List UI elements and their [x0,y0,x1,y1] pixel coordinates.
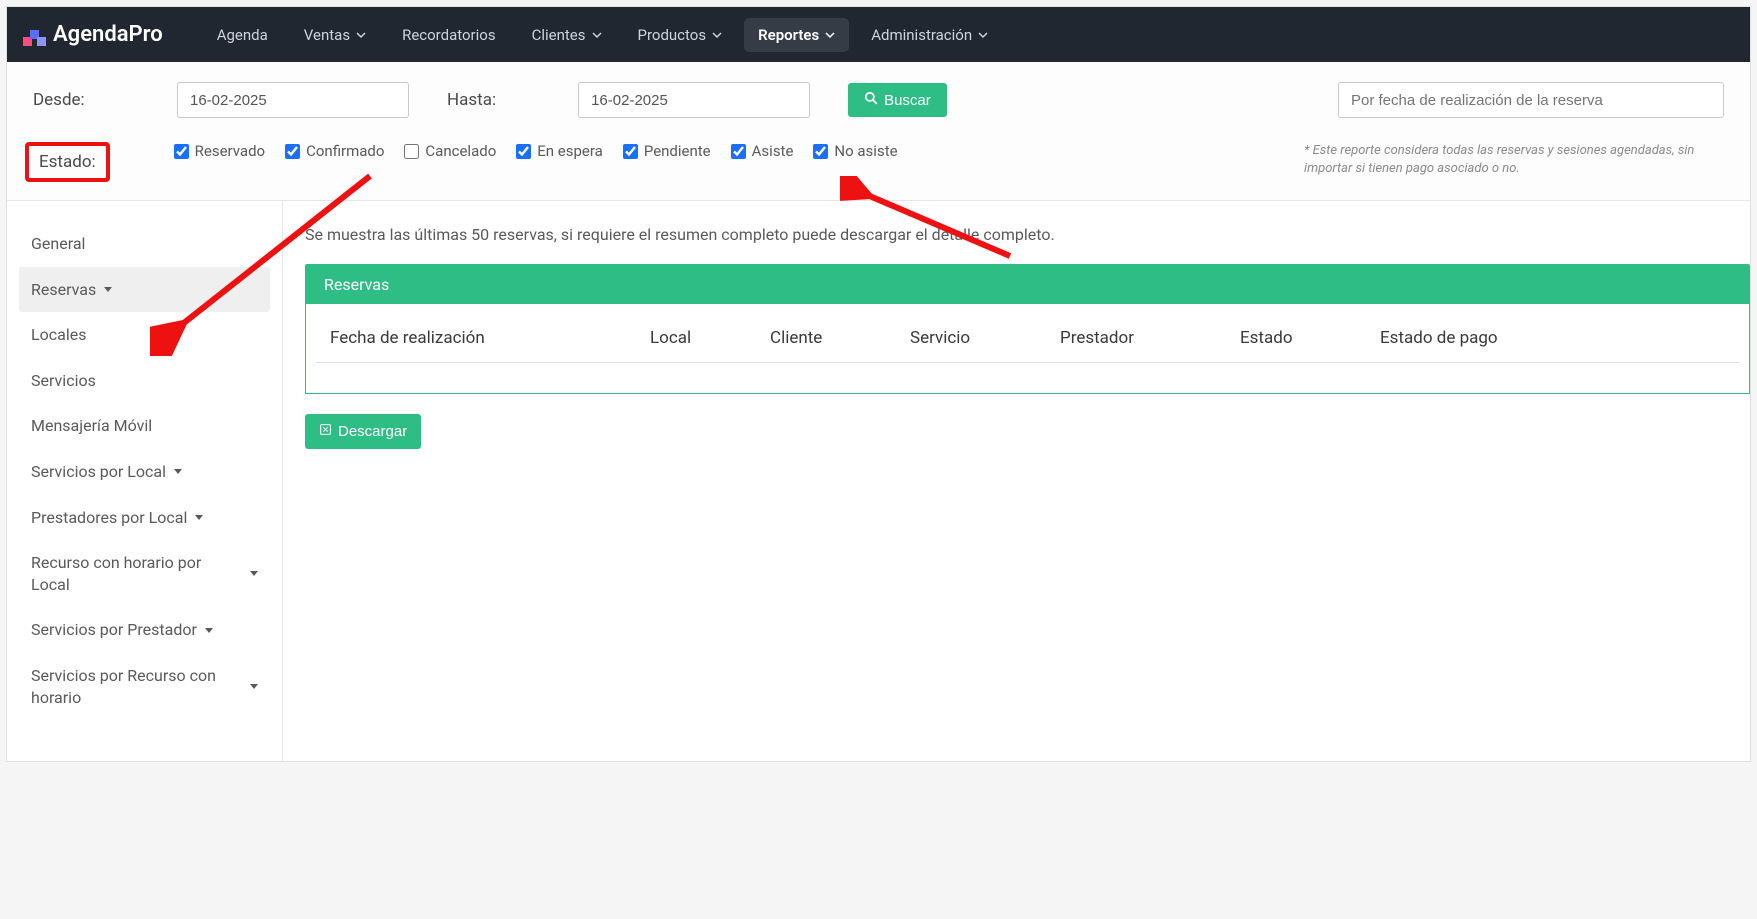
top-nav: AgendaPro Agenda Ventas Recordatorios Clien… [7,7,1750,62]
desde-label: Desde: [33,90,163,110]
buscar-button-label: Buscar [884,92,931,109]
chevron-down-icon [978,30,988,40]
excel-download-icon [319,423,332,440]
nav-item-recordatorios[interactable]: Recordatorios [388,18,510,52]
search-icon [864,91,878,109]
sidebar-item-label: Recurso con horario por Local [31,552,242,595]
sidebar-item-label: Servicios por Local [31,461,166,483]
brand-name: AgendaPro [53,22,163,47]
sidebar-item-servicios[interactable]: Servicios [19,358,270,404]
table-col-cliente: Cliente [770,328,900,348]
sidebar: General Reservas Locales Servicios Mensajerí… [7,201,283,761]
estado-check-label: No asiste [834,142,897,160]
nav-item-label: Ventas [304,26,350,44]
brand-logo-icon [23,24,45,46]
hasta-input[interactable] [578,82,810,118]
estado-checkbox[interactable] [285,144,300,159]
panel-title: Reservas [306,265,1749,304]
estado-check-reservado[interactable]: Reservado [174,142,265,160]
estado-checkbox[interactable] [174,144,189,159]
estado-check-label: Cancelado [425,142,496,160]
sidebar-item-label: Reservas [31,279,96,301]
table-col-estado-de-pago: Estado de pago [1380,328,1725,348]
nav-item-label: Agenda [217,26,268,44]
main-content: Se muestra las últimas 50 reservas, si r… [283,201,1750,761]
sidebar-item-label: Mensajería Móvil [31,415,152,437]
estado-check-label: Reservado [195,142,265,160]
sidebar-item-label: Servicios por Recurso con horario [31,665,242,708]
nav-item-label: Clientes [532,26,586,44]
nav-item-label: Reportes [758,26,819,44]
sidebar-item-general[interactable]: General [19,221,270,267]
caret-down-icon [195,515,203,520]
estado-check-confirmado[interactable]: Confirmado [285,142,384,160]
sidebar-item-servicios-por-recurso-con-horario[interactable]: Servicios por Recurso con horario [19,653,270,720]
sidebar-item-prestadores-por-local[interactable]: Prestadores por Local [19,495,270,541]
fecha-filtro-select[interactable] [1338,82,1724,118]
table-col-prestador: Prestador [1060,328,1230,348]
estado-checkbox[interactable] [623,144,638,159]
hasta-label: Hasta: [447,90,496,110]
caret-down-icon [104,287,112,292]
sidebar-item-servicios-por-prestador[interactable]: Servicios por Prestador [19,607,270,653]
estado-label: Estado: [25,142,110,182]
info-text: Se muestra las últimas 50 reservas, si r… [305,225,1750,244]
estado-checkbox[interactable] [516,144,531,159]
nav-item-ventas[interactable]: Ventas [290,18,380,52]
caret-down-icon [250,571,258,576]
sidebar-item-locales[interactable]: Locales [19,312,270,358]
estado-check-asiste[interactable]: Asiste [731,142,794,160]
estado-check-label: Pendiente [644,142,711,160]
sidebar-item-reservas[interactable]: Reservas [19,267,270,313]
buscar-button[interactable]: Buscar [848,83,947,117]
caret-down-icon [250,684,258,689]
reservas-panel: Reservas Fecha de realización Local Client… [305,264,1750,394]
estado-check-en-espera[interactable]: En espera [516,142,603,160]
download-button[interactable]: Descargar [305,414,421,449]
estado-checkbox[interactable] [404,144,419,159]
report-note: * Este reporte considera todas las reser… [1304,142,1724,178]
estado-check-cancelado[interactable]: Cancelado [404,142,496,160]
sidebar-item-label: Locales [31,324,86,346]
estado-check-label: Confirmado [306,142,384,160]
nav-item-administración[interactable]: Administración [857,18,1002,52]
sidebar-item-mensajería-móvil[interactable]: Mensajería Móvil [19,403,270,449]
sidebar-item-label: Prestadores por Local [31,507,187,529]
nav-item-clientes[interactable]: Clientes [518,18,616,52]
table-col-fecha-de-realización: Fecha de realización [330,328,640,348]
desde-input[interactable] [177,82,409,118]
nav-item-productos[interactable]: Productos [624,18,737,52]
estado-check-label: Asiste [752,142,794,160]
estado-check-label: En espera [537,142,603,160]
download-button-label: Descargar [338,423,407,440]
chevron-down-icon [592,30,602,40]
estado-checkbox[interactable] [813,144,828,159]
estado-check-no-asiste[interactable]: No asiste [813,142,897,160]
table-col-estado: Estado [1240,328,1370,348]
estado-check-pendiente[interactable]: Pendiente [623,142,711,160]
chevron-down-icon [825,30,835,40]
nav-item-label: Administración [871,26,972,44]
estado-checkbox[interactable] [731,144,746,159]
sidebar-item-label: General [31,233,85,255]
sidebar-item-label: Servicios [31,370,96,392]
caret-down-icon [205,628,213,633]
nav-item-agenda[interactable]: Agenda [203,18,282,52]
table-header: Fecha de realización Local Cliente Servicio… [316,318,1739,363]
caret-down-icon [174,469,182,474]
table-col-local: Local [650,328,760,348]
nav-item-reportes[interactable]: Reportes [744,18,849,52]
sidebar-item-recurso-con-horario-por-local[interactable]: Recurso con horario por Local [19,540,270,607]
nav-item-label: Recordatorios [402,26,496,44]
chevron-down-icon [712,30,722,40]
filter-bar: Desde: Hasta: Buscar Estado: Reservado Co… [7,62,1750,201]
table-col-servicio: Servicio [910,328,1050,348]
sidebar-item-label: Servicios por Prestador [31,619,197,641]
nav-item-label: Productos [638,26,707,44]
brand[interactable]: AgendaPro [23,22,163,47]
chevron-down-icon [356,30,366,40]
sidebar-item-servicios-por-local[interactable]: Servicios por Local [19,449,270,495]
